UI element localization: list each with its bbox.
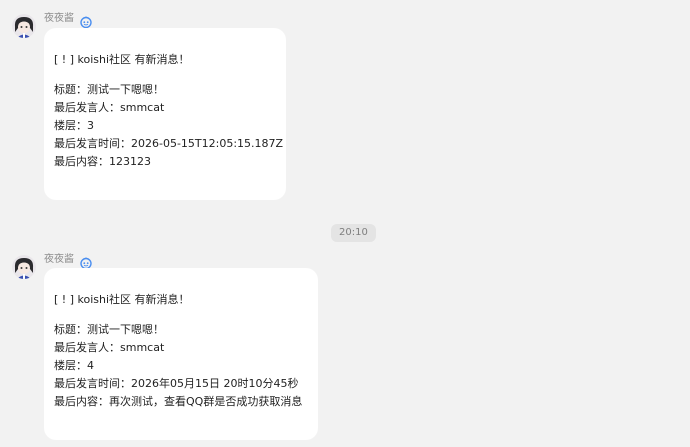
sender-name[interactable]: 夜夜酱 xyxy=(44,12,74,26)
notice-header: [ ! ] koishi社区 有新消息！ xyxy=(54,293,190,306)
avatar[interactable] xyxy=(12,14,36,38)
last-post-time: 最后发言时间：2026-05-15T12:05:15.187Z xyxy=(54,137,284,150)
post-title: 标题：测试一下嗯嗯！ xyxy=(54,323,164,336)
last-poster: 最后发言人：smmcat xyxy=(54,341,165,354)
message-bubble[interactable]: [ ! ] koishi社区 有新消息！ 标题：测试一下嗯嗯！ 最后发言人：sm… xyxy=(44,28,286,200)
floor-number: 楼层：3 xyxy=(54,119,94,132)
notice-header: [ ! ] koishi社区 有新消息！ xyxy=(54,53,190,66)
sender-name[interactable]: 夜夜酱 xyxy=(44,253,74,267)
time-divider: 20:10 xyxy=(331,224,376,242)
last-post-time: 最后发言时间：2026年05月15日 20时10分45秒 xyxy=(54,377,299,390)
floor-number: 楼层：4 xyxy=(54,359,94,372)
last-content: 最后内容：123123 xyxy=(54,155,151,168)
bot-icon xyxy=(80,13,92,29)
post-title: 标题：测试一下嗯嗯！ xyxy=(54,83,164,96)
last-content: 最后内容：再次测试，查看QQ群是否成功获取消息 xyxy=(54,395,303,408)
message-bubble[interactable]: [ ! ] koishi社区 有新消息！ 标题：测试一下嗯嗯！ 最后发言人：sm… xyxy=(44,268,318,440)
avatar-image xyxy=(12,255,36,279)
bot-icon xyxy=(80,254,92,270)
last-poster: 最后发言人：smmcat xyxy=(54,101,165,114)
avatar-image xyxy=(12,14,36,38)
avatar[interactable] xyxy=(12,255,36,279)
sender-row: 夜夜酱 xyxy=(44,11,92,29)
sender-row: 夜夜酱 xyxy=(44,252,92,270)
